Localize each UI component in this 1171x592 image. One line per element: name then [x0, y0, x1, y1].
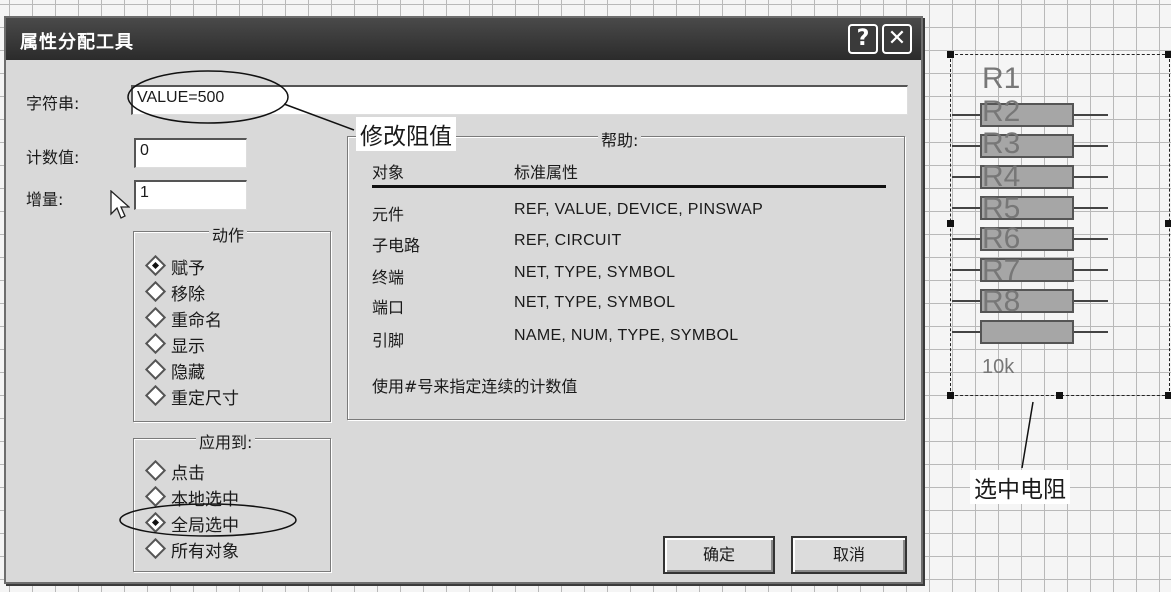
resistor-label: R8	[982, 285, 1021, 318]
radio-icon	[144, 358, 167, 381]
help-row-object: 端口	[372, 298, 405, 317]
action-assign-radio[interactable]: 赋予	[144, 254, 205, 279]
string-input[interactable]: VALUE=500	[131, 85, 908, 115]
title-bar[interactable]: 属性分配工具 ? ✕	[6, 18, 921, 60]
mouse-cursor-icon	[110, 190, 130, 219]
resistor-body[interactable]	[980, 320, 1074, 344]
resistor-value-label: 10k	[982, 356, 1015, 378]
resistor-lead	[952, 145, 980, 147]
selection-handle[interactable]	[947, 220, 954, 227]
string-label: 字符串:	[26, 94, 80, 113]
resistor-label: R5	[982, 192, 1021, 225]
radio-icon	[144, 537, 167, 560]
resistor-lead	[952, 331, 980, 333]
help-row-attrs: NET, TYPE, SYMBOL	[514, 264, 676, 281]
close-button[interactable]: ✕	[882, 24, 912, 54]
radio-icon	[144, 306, 167, 329]
radio-icon	[144, 485, 167, 508]
selected-resistors-callout: 选中电阻	[970, 470, 1070, 504]
selection-handle[interactable]	[1165, 220, 1171, 227]
resistor-lead	[952, 238, 980, 240]
help-row-object: 引脚	[372, 331, 405, 350]
resistor-label: R2	[982, 95, 1021, 128]
action-resize-radio[interactable]: 重定尺寸	[144, 384, 239, 409]
help-button[interactable]: ?	[848, 24, 878, 54]
increment-label: 增量:	[26, 190, 64, 209]
increment-input[interactable]: 1	[134, 180, 247, 210]
selection-handle[interactable]	[947, 392, 954, 399]
help-row-object: 子电路	[372, 236, 421, 255]
resistor-lead	[1074, 300, 1108, 302]
action-group-title: 动作	[209, 222, 248, 246]
resistor-label: R4	[982, 160, 1021, 193]
help-panel-title: 帮助:	[598, 127, 642, 151]
count-input[interactable]: 0	[134, 138, 247, 168]
apply-to-group: 应用到: 点击 本地选中 全局选中 所有对象	[133, 429, 331, 572]
modify-value-callout: 修改阻值	[356, 117, 456, 151]
resistor-lead	[1074, 207, 1108, 209]
apply-to-group-title: 应用到:	[196, 429, 256, 453]
radio-icon	[144, 332, 167, 355]
resistor-lead	[952, 114, 980, 116]
selection-handle[interactable]	[947, 51, 954, 58]
help-header-divider	[372, 185, 886, 188]
resistor-lead	[1074, 145, 1108, 147]
apply-local-selected-radio[interactable]: 本地选中	[144, 485, 239, 510]
help-note: 使用#号来指定连续的计数值	[372, 377, 578, 396]
selection-handle[interactable]	[1165, 392, 1171, 399]
action-remove-radio[interactable]: 移除	[144, 280, 205, 305]
resistor-label: R6	[982, 222, 1021, 255]
help-row-attrs: REF, VALUE, DEVICE, PINSWAP	[514, 201, 764, 218]
apply-all-objects-radio[interactable]: 所有对象	[144, 537, 239, 562]
help-panel: 帮助: 对象 标准属性 元件 REF, VALUE, DEVICE, PINSW…	[347, 127, 905, 420]
resistor-lead	[1074, 114, 1108, 116]
help-column-object: 对象	[372, 163, 405, 182]
resistor-lead	[952, 269, 980, 271]
resistor-lead	[1074, 176, 1108, 178]
radio-icon	[144, 384, 167, 407]
resistor-lead	[1074, 269, 1108, 271]
radio-selected-icon	[144, 511, 167, 534]
action-show-radio[interactable]: 显示	[144, 332, 205, 357]
selection-handle[interactable]	[1056, 392, 1063, 399]
radio-icon	[144, 459, 167, 482]
dialog-title: 属性分配工具	[20, 32, 134, 53]
resistor-lead	[952, 300, 980, 302]
action-rename-radio[interactable]: 重命名	[144, 306, 222, 331]
resistor-lead	[1074, 331, 1108, 333]
help-column-attrs: 标准属性	[514, 163, 579, 182]
resistor-lead	[952, 207, 980, 209]
help-row-attrs: REF, CIRCUIT	[514, 232, 622, 249]
resistor-label: R3	[982, 127, 1021, 160]
radio-selected-icon	[144, 254, 167, 277]
resistor-label: R1	[982, 62, 1021, 95]
radio-icon	[144, 280, 167, 303]
resistor-label: R7	[982, 254, 1021, 287]
action-group: 动作 赋予 移除 重命名 显示 隐藏 重定尺寸	[133, 222, 331, 422]
selection-handle[interactable]	[1165, 51, 1171, 58]
resistor-lead	[1074, 238, 1108, 240]
action-hide-radio[interactable]: 隐藏	[144, 358, 205, 383]
cancel-button[interactable]: 取消	[791, 536, 907, 574]
property-assignment-dialog: 属性分配工具 ? ✕ 字符串: VALUE=500 计数值: 0 增量: 1 动…	[4, 16, 923, 584]
resistor-lead	[952, 176, 980, 178]
help-row-attrs: NAME, NUM, TYPE, SYMBOL	[514, 327, 739, 344]
help-row-object: 元件	[372, 205, 405, 224]
ok-button[interactable]: 确定	[663, 536, 775, 574]
help-row-attrs: NET, TYPE, SYMBOL	[514, 294, 676, 311]
help-row-object: 终端	[372, 268, 405, 287]
count-label: 计数值:	[26, 148, 80, 167]
apply-global-selected-radio[interactable]: 全局选中	[144, 511, 239, 536]
apply-click-radio[interactable]: 点击	[144, 459, 205, 484]
